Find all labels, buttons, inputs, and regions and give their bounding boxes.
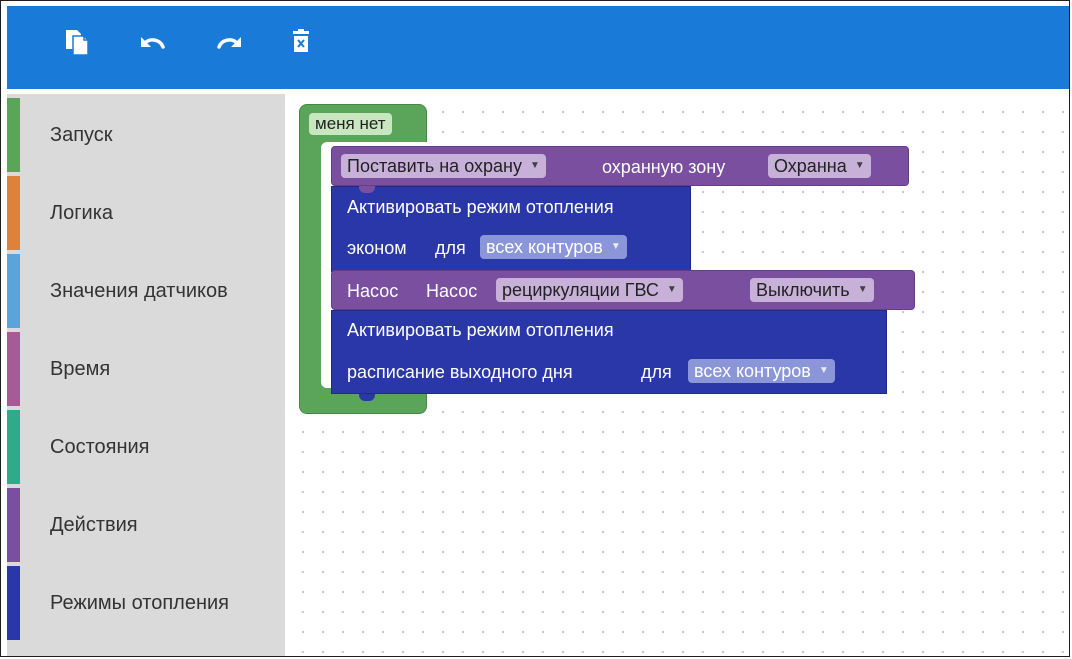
pump-block-label-2: Насос: [426, 281, 478, 301]
dropdown-arrow-icon: ▼: [529, 160, 540, 171]
redo-button[interactable]: [213, 26, 245, 58]
redo-icon: [217, 37, 241, 49]
undo-icon: [141, 37, 165, 49]
arm-zone-value: Охранна: [774, 156, 847, 176]
category-label: Запуск: [50, 123, 113, 146]
dropdown-arrow-icon: ▼: [857, 284, 868, 295]
arm-block[interactable]: Поставить на охрану ▼ охранную зону Охра…: [331, 146, 909, 186]
arm-action-dropdown[interactable]: Поставить на охрану ▼: [341, 154, 546, 178]
category-color-bar: [7, 410, 20, 484]
category-label: Логика: [50, 201, 114, 224]
app-frame: Запуск Логика Значения датчиков Время Со…: [0, 0, 1070, 657]
pump-state-value: Выключить: [756, 280, 850, 300]
category-actions[interactable]: Действия: [7, 488, 285, 562]
category-sidebar: Запуск Логика Значения датчиков Время Со…: [7, 94, 285, 656]
heating-block-1-circuits-dropdown[interactable]: всех контуров ▼: [480, 235, 627, 259]
pump-select-value: рециркуляции ГВС: [502, 280, 659, 300]
category-color-bar: [7, 254, 20, 328]
category-color-bar: [7, 566, 20, 640]
arm-block-text: охранную зону: [602, 157, 726, 177]
copy-button[interactable]: [61, 26, 93, 58]
category-states[interactable]: Состояния: [7, 410, 285, 484]
heating-block-2-circuits-value: всех контуров: [694, 361, 811, 381]
dropdown-arrow-icon: ▼: [854, 160, 865, 171]
dropdown-arrow-icon: ▼: [610, 241, 621, 252]
pump-select-dropdown[interactable]: рециркуляции ГВС ▼: [496, 278, 683, 302]
heating-block-2-for: для: [641, 362, 672, 382]
category-color-bar: [7, 332, 20, 406]
arm-action-value: Поставить на охрану: [347, 156, 522, 176]
arm-zone-dropdown[interactable]: Охранна ▼: [768, 154, 871, 178]
category-label: Состояния: [50, 435, 150, 458]
category-color-bar: [7, 98, 20, 172]
category-label: Значения датчиков: [50, 279, 228, 302]
container-label[interactable]: меня нет: [309, 113, 392, 135]
pump-block-label-1: Насос: [347, 281, 399, 301]
dropdown-arrow-icon: ▼: [666, 284, 677, 295]
category-color-bar: [7, 176, 20, 250]
heating-block-2-title: Активировать режим отопления: [347, 320, 614, 340]
heating-mode-block-2[interactable]: Активировать режим отопления расписание …: [331, 310, 887, 394]
heating-block-2-circuits-dropdown[interactable]: всех контуров ▼: [688, 359, 835, 383]
category-label: Действия: [50, 513, 138, 536]
category-label: Время: [50, 357, 111, 380]
dropdown-arrow-icon: ▼: [818, 365, 829, 376]
category-label: Режимы отопления: [50, 591, 230, 614]
trash-icon: [293, 29, 309, 52]
category-sensor-values[interactable]: Значения датчиков: [7, 254, 285, 328]
copy-icon: [66, 30, 89, 56]
block-workspace[interactable]: меня нет Поставить на охрану ▼ охранную …: [285, 94, 1069, 656]
heating-block-1-mode: эконом: [347, 238, 407, 258]
toolbar: [7, 6, 1069, 89]
category-color-bar: [7, 488, 20, 562]
heating-mode-block-1[interactable]: Активировать режим отопления эконом для …: [331, 186, 691, 272]
category-launch[interactable]: Запуск: [7, 98, 285, 172]
heating-block-2-mode: расписание выходного дня: [347, 362, 573, 382]
heating-block-1-for: для: [435, 238, 466, 258]
delete-button[interactable]: [285, 26, 317, 58]
category-heating-modes[interactable]: Режимы отопления: [7, 566, 285, 640]
pump-state-dropdown[interactable]: Выключить ▼: [750, 278, 874, 302]
pump-block[interactable]: Насос Насос рециркуляции ГВС ▼ Выключить…: [331, 270, 915, 310]
heating-block-1-circuits-value: всех контуров: [486, 237, 603, 257]
undo-button[interactable]: [137, 26, 169, 58]
heating-block-1-title: Активировать режим отопления: [347, 197, 614, 217]
category-time[interactable]: Время: [7, 332, 285, 406]
category-logic[interactable]: Логика: [7, 176, 285, 250]
